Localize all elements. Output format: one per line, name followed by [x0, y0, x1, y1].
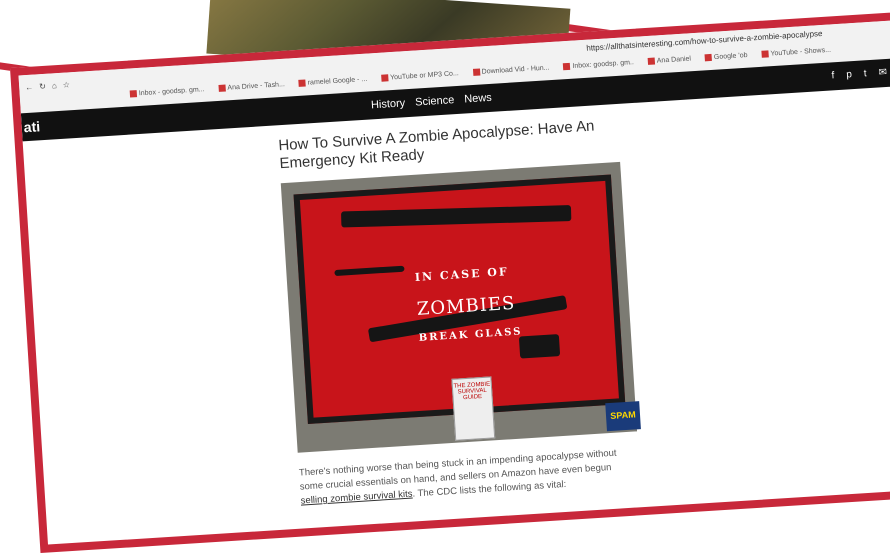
shotgun-shape: [341, 205, 572, 228]
star-icon[interactable]: ☆: [62, 80, 70, 89]
bookmark-icon: [380, 74, 389, 82]
twitter-icon[interactable]: t: [864, 68, 867, 79]
knife-shape: [334, 265, 405, 277]
spam-can: SPAM: [605, 401, 641, 432]
main-nav: History Science News: [371, 92, 492, 112]
refresh-icon[interactable]: ↻: [39, 82, 46, 91]
bookmark-icon: [472, 68, 480, 76]
bookmark-icon: [129, 90, 138, 98]
survival-guide-book: THE ZOMBIE SURVIVAL GUIDE: [451, 376, 496, 441]
facebook-icon[interactable]: f: [831, 70, 834, 81]
bookmark-item[interactable]: YouTube - Shows...: [761, 46, 831, 58]
can-label: SPAM: [610, 409, 636, 421]
bookmark-icon: [563, 62, 571, 71]
bookmark-item[interactable]: Inbox - goodsp. gm...: [129, 86, 205, 98]
bookmark-icon: [298, 79, 306, 87]
nav-history[interactable]: History: [371, 97, 406, 111]
bookmark-item[interactable]: Ana Drive - Tash...: [218, 81, 285, 93]
bookmark-item[interactable]: ramelel Google - ...: [298, 76, 367, 88]
bookmark-item[interactable]: Ana Daniel: [647, 55, 691, 65]
article: How To Survive A Zombie Apocalypse: Have…: [278, 115, 661, 509]
bookmark-item[interactable]: YouTube or MP3 Co...: [380, 70, 459, 82]
pinterest-icon[interactable]: p: [846, 69, 852, 80]
site-logo[interactable]: ati: [23, 118, 40, 135]
bookmark-item[interactable]: Inbox: goodsp. gm..: [563, 59, 634, 71]
social-links: f p t ✉: [831, 67, 887, 81]
article-hero-image: IN CASE OF ZOMBIES BREAK GLASS THE ZOMBI…: [280, 161, 641, 453]
email-icon[interactable]: ✉: [878, 67, 887, 79]
home-icon[interactable]: ⌂: [52, 81, 57, 90]
nav-science[interactable]: Science: [415, 94, 455, 108]
nav-news[interactable]: News: [464, 92, 492, 106]
pistol-shape: [518, 334, 561, 359]
bookmark-item[interactable]: Google 'ob: [704, 52, 748, 62]
back-icon[interactable]: ←: [25, 83, 34, 92]
bookmark-icon: [761, 50, 769, 58]
bookmark-icon: [704, 53, 713, 62]
case-label-top: IN CASE OF: [414, 265, 510, 284]
book-title: THE ZOMBIE SURVIVAL GUIDE: [453, 381, 491, 402]
display-case: IN CASE OF ZOMBIES BREAK GLASS THE ZOMBI…: [293, 174, 641, 441]
bookmark-item[interactable]: Download Vid - Hun...: [472, 64, 550, 76]
screenshot-card: ← ↻ ⌂ ☆ https://allthatsinteresting.com/…: [10, 12, 890, 553]
bookmark-icon: [218, 84, 226, 92]
bookmark-icon: [647, 57, 656, 65]
article-paragraph: There's nothing worse than being stuck i…: [299, 445, 641, 508]
